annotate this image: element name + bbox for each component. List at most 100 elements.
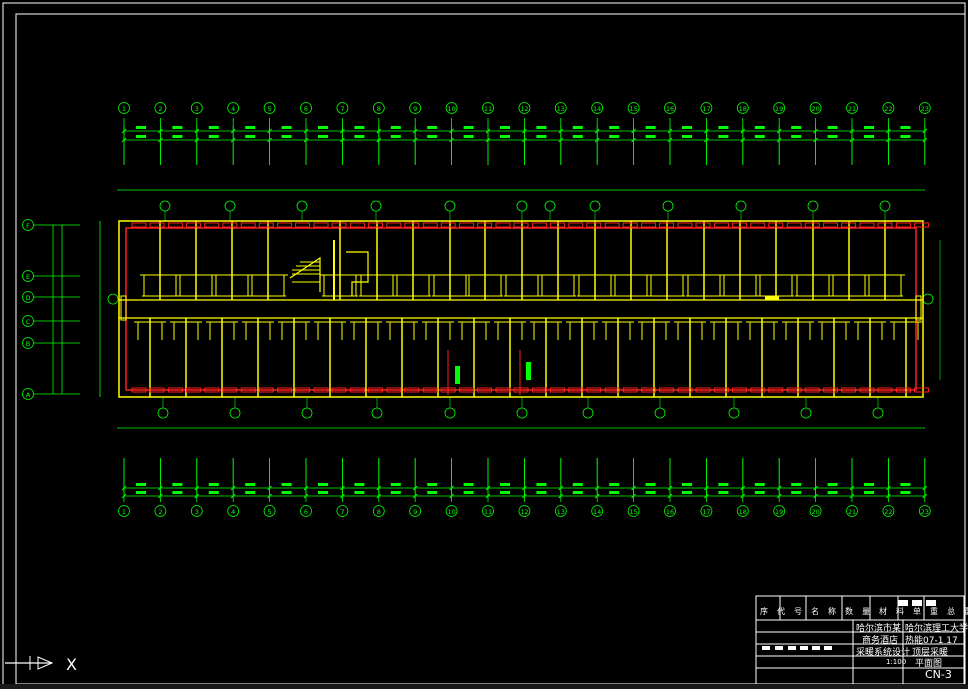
- svg-text:B: B: [26, 340, 30, 348]
- axis-bottom-13: 13: [554, 505, 567, 517]
- axis-top-21: 21: [846, 102, 858, 114]
- svg-text:20: 20: [811, 508, 819, 516]
- svg-text:5: 5: [268, 508, 272, 516]
- axis-bottom-16: 16: [664, 505, 676, 517]
- svg-text:19: 19: [775, 105, 783, 113]
- svg-text:14: 14: [593, 105, 601, 113]
- svg-text:3: 3: [195, 105, 199, 113]
- axis-bottom-4: 4: [227, 505, 240, 517]
- floor-plan: [118, 220, 929, 398]
- axis-top-1: 1: [118, 102, 130, 114]
- svg-text:15: 15: [629, 508, 637, 516]
- svg-text:17: 17: [702, 508, 710, 516]
- axis-top-16: 16: [664, 102, 676, 114]
- svg-text:1: 1: [122, 105, 126, 113]
- axis-bottom-22: 22: [882, 505, 895, 517]
- svg-text:14: 14: [593, 508, 601, 516]
- valve-marker: [765, 296, 779, 300]
- svg-text:21: 21: [848, 105, 856, 113]
- axis-left-D: D: [22, 291, 34, 303]
- top-axis-bubbles: 1 2 3 4 5 6 7 8 9 10 11 12 13 14 15 16 17 18 19 20 21 22 23: [118, 102, 931, 114]
- svg-text:12: 12: [520, 105, 528, 113]
- svg-text:9: 9: [413, 105, 417, 113]
- svg-text:2: 2: [158, 105, 162, 113]
- svg-text:6: 6: [304, 105, 308, 113]
- axis-bottom-17: 17: [700, 505, 713, 517]
- axis-bottom-14: 14: [591, 505, 604, 517]
- axis-bottom-21: 21: [846, 505, 858, 517]
- svg-text:19: 19: [775, 508, 783, 516]
- axis-top-9: 9: [409, 102, 422, 114]
- axis-bottom-7: 7: [336, 505, 349, 517]
- axis-top-6: 6: [300, 102, 312, 114]
- axis-bottom-19: 19: [773, 505, 786, 517]
- axis-top-2: 2: [154, 102, 167, 114]
- tb-header-row: 序代号名称数量材料单重总重备注: [760, 607, 968, 616]
- axis-bottom-6: 6: [300, 505, 312, 517]
- axis-bottom-3: 3: [190, 505, 203, 517]
- axis-left-C: C: [22, 315, 34, 327]
- svg-text:13: 13: [557, 105, 565, 113]
- svg-text:11: 11: [484, 508, 492, 516]
- axis-bottom-8: 8: [372, 505, 385, 517]
- dimension-lines: [34, 118, 941, 502]
- axis-left-E: E: [22, 270, 34, 282]
- axis-top-17: 17: [700, 102, 713, 114]
- ucs-x-label: X: [66, 655, 77, 674]
- svg-text:23: 23: [921, 508, 929, 516]
- axis-left-F: F: [22, 219, 34, 231]
- svg-text:16: 16: [666, 508, 674, 516]
- svg-text:C: C: [26, 318, 31, 326]
- cad-drawing-canvas[interactable]: 1 2 3 4 5 6 7 8 9 10 11 12 13 14 15 16 17 18 19 20 21 22 23 12…: [0, 0, 968, 689]
- axis-top-5: 5: [263, 102, 276, 114]
- svg-text:12: 12: [520, 508, 528, 516]
- svg-text:1: 1: [122, 508, 126, 516]
- svg-text:16: 16: [666, 105, 674, 113]
- svg-text:3: 3: [195, 508, 199, 516]
- svg-text:20: 20: [811, 105, 819, 113]
- axis-top-10: 10: [445, 102, 458, 114]
- svg-text:13: 13: [557, 508, 565, 516]
- svg-text:10: 10: [447, 508, 455, 516]
- axis-bottom-5: 5: [263, 505, 276, 517]
- axis-left-A: A: [22, 388, 34, 400]
- svg-text:11: 11: [484, 105, 492, 113]
- axis-top-11: 11: [482, 102, 494, 114]
- svg-text:21: 21: [848, 508, 856, 516]
- svg-text:18: 18: [739, 508, 747, 516]
- axis-top-19: 19: [773, 102, 786, 114]
- axis-top-3: 3: [190, 102, 203, 114]
- axis-top-13: 13: [554, 102, 567, 114]
- svg-text:8: 8: [377, 508, 381, 516]
- axis-top-7: 7: [336, 102, 349, 114]
- axis-bottom-11: 11: [482, 505, 494, 517]
- axis-bottom-9: 9: [409, 505, 422, 517]
- svg-text:E: E: [26, 273, 30, 281]
- svg-text:5: 5: [268, 105, 272, 113]
- svg-text:23: 23: [921, 105, 929, 113]
- svg-text:A: A: [26, 391, 31, 399]
- svg-text:7: 7: [340, 105, 344, 113]
- svg-text:D: D: [25, 294, 30, 302]
- svg-text:4: 4: [231, 105, 235, 113]
- building-outline: [118, 220, 924, 398]
- svg-text:17: 17: [702, 105, 710, 113]
- tb-scale: 1:100: [886, 658, 907, 666]
- riser-marker-2: [526, 362, 531, 380]
- tb-drawing-number: CN-3: [925, 668, 952, 681]
- svg-text:7: 7: [340, 508, 344, 516]
- svg-text:18: 18: [739, 105, 747, 113]
- left-axis-bubbles: F E D C B A: [22, 219, 34, 400]
- axis-bottom-15: 15: [627, 505, 640, 517]
- status-bar: [0, 684, 968, 689]
- bottom-axis-bubbles: 1 2 3 4 5 6 7 8 9 10 11 12 13 14 15 16 17 18 19 20 21 22 23: [118, 505, 931, 517]
- axis-top-4: 4: [227, 102, 240, 114]
- svg-text:6: 6: [304, 508, 308, 516]
- axis-top-18: 18: [736, 102, 749, 114]
- tb-project-type: 采暖系统设计: [856, 648, 911, 658]
- axis-bottom-20: 20: [809, 505, 822, 517]
- inner-frame: [15, 13, 966, 685]
- axis-top-20: 20: [809, 102, 822, 114]
- axis-left-B: B: [22, 337, 34, 349]
- axis-bottom-18: 18: [736, 505, 749, 517]
